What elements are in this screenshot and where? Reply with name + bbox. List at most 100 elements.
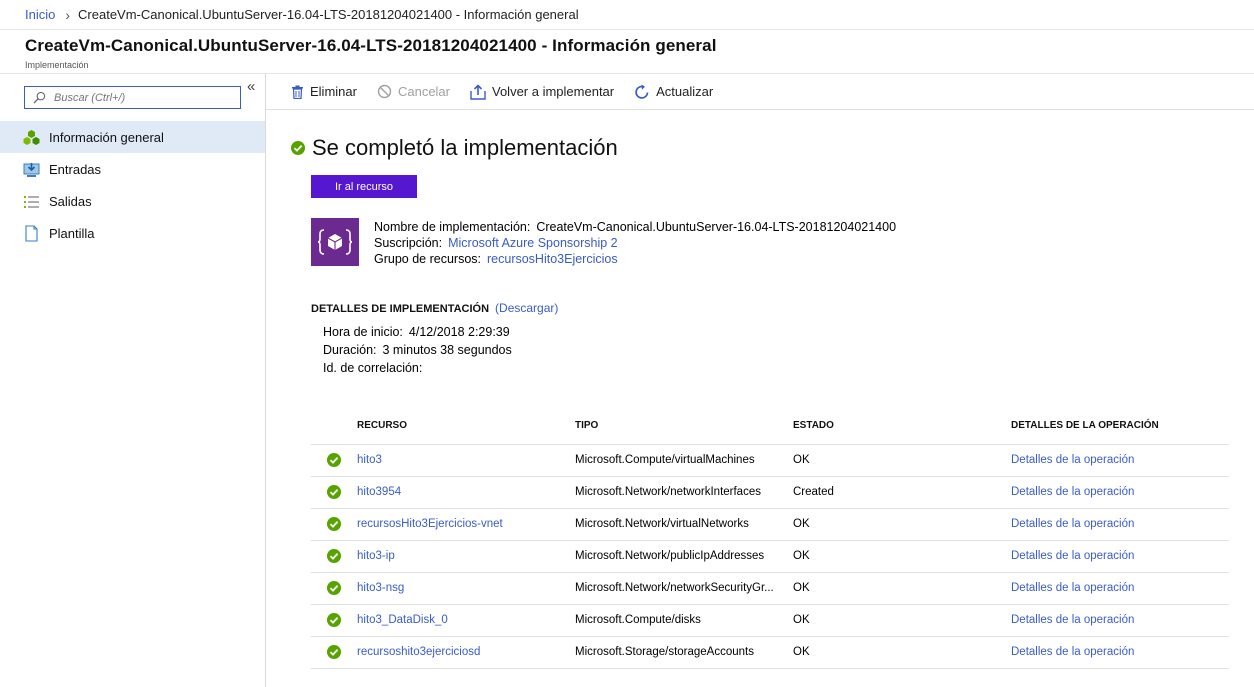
outputs-icon	[23, 193, 40, 210]
go-to-resource-button[interactable]: Ir al recurso	[311, 175, 417, 198]
sidebar-item-outputs[interactable]: Salidas	[0, 185, 265, 217]
sidebar: « Información general Entradas	[0, 74, 266, 687]
resource-status: Created	[793, 486, 834, 498]
correlation-label: Id. de correlación:	[323, 361, 423, 375]
operation-details-link[interactable]: Detalles de la operación	[1011, 454, 1134, 466]
page-subtitle: Implementación	[25, 60, 89, 70]
cancel-button[interactable]: Cancelar	[377, 84, 450, 99]
breadcrumb: Inicio › CreateVm-Canonical.UbuntuServer…	[0, 0, 1254, 30]
column-type: TIPO	[575, 408, 793, 445]
resources-table: RECURSO TIPO ESTADO DETALLES DE LA OPERA…	[311, 408, 1229, 669]
resource-link[interactable]: hito3-nsg	[357, 582, 404, 594]
redeploy-button[interactable]: Volver a implementar	[470, 83, 615, 100]
resource-link[interactable]: recursosHito3Ejercicios-vnet	[357, 518, 503, 530]
status-title: Se completó la implementación	[312, 135, 618, 160]
table-row: hito3 Microsoft.Compute/virtualMachines …	[311, 444, 1229, 477]
inputs-icon	[23, 161, 40, 178]
search-input[interactable]	[54, 91, 234, 104]
resource-status: OK	[793, 614, 810, 626]
cancel-icon	[377, 84, 392, 99]
resource-link[interactable]: recursoshito3ejerciciosd	[357, 646, 480, 658]
download-link[interactable]: (Descargar)	[495, 301, 558, 315]
resource-status: OK	[793, 518, 810, 530]
search-icon	[33, 91, 46, 104]
success-check-icon	[327, 549, 341, 563]
success-check-icon	[327, 485, 341, 499]
sidebar-item-inputs[interactable]: Entradas	[0, 153, 265, 185]
resource-type: Microsoft.Network/publicIpAddresses	[575, 549, 765, 562]
start-time-value: 4/12/2018 2:29:39	[408, 325, 510, 339]
redeploy-label: Volver a implementar	[492, 84, 615, 99]
table-row: hito3-ip Microsoft.Network/publicIpAddre…	[311, 540, 1229, 573]
table-row: hito3954 Microsoft.Network/networkInterf…	[311, 476, 1229, 509]
resource-status: OK	[793, 454, 810, 466]
deployment-name-label: Nombre de implementación:	[374, 220, 531, 234]
operation-details-link[interactable]: Detalles de la operación	[1011, 646, 1134, 658]
delete-button[interactable]: Eliminar	[291, 84, 357, 99]
overview-icon	[23, 129, 40, 146]
page-title: CreateVm-Canonical.UbuntuServer-16.04-LT…	[25, 36, 717, 55]
resource-type: Microsoft.Network/networkSecurityGr...	[575, 581, 774, 594]
refresh-button[interactable]: Actualizar	[634, 84, 713, 100]
sidebar-item-label: Salidas	[49, 193, 92, 209]
success-check-icon	[327, 581, 341, 595]
resource-link[interactable]: hito3	[357, 454, 382, 466]
start-time-label: Hora de inicio:	[323, 325, 403, 339]
details-header-label: DETALLES DE IMPLEMENTACIÓN	[311, 303, 490, 315]
resource-link[interactable]: hito3_DataDisk_0	[357, 614, 448, 626]
status-icon-column	[311, 408, 357, 445]
table-row: hito3-nsg Microsoft.Network/networkSecur…	[311, 572, 1229, 605]
resource-group-link[interactable]: recursosHito3Ejercicios	[487, 252, 618, 266]
resource-group-label: Grupo de recursos:	[374, 252, 481, 266]
refresh-label: Actualizar	[656, 84, 714, 99]
subscription-row: Suscripción: Microsoft Azure Sponsorship …	[374, 235, 896, 251]
success-check-icon	[327, 645, 341, 659]
operation-details-link[interactable]: Detalles de la operación	[1011, 518, 1134, 530]
operation-details-link[interactable]: Detalles de la operación	[1011, 582, 1134, 594]
breadcrumb-current: CreateVm-Canonical.UbuntuServer-16.04-LT…	[78, 7, 579, 22]
operation-details-link[interactable]: Detalles de la operación	[1011, 614, 1134, 626]
delete-label: Eliminar	[310, 84, 357, 99]
sidebar-item-label: Entradas	[49, 161, 102, 177]
table-body: hito3 Microsoft.Compute/virtualMachines …	[311, 444, 1229, 669]
operation-details-link[interactable]: Detalles de la operación	[1011, 550, 1134, 562]
table-row: recursoshito3ejerciciosd Microsoft.Stora…	[311, 636, 1229, 669]
search-box[interactable]	[24, 86, 241, 109]
success-check-icon	[327, 453, 341, 467]
title-block: CreateVm-Canonical.UbuntuServer-16.04-LT…	[25, 36, 717, 70]
duration-row: Duración: 3 minutos 38 segundos	[323, 341, 512, 359]
resource-link[interactable]: hito3-ip	[357, 550, 395, 562]
deployment-details: Hora de inicio: 4/12/2018 2:29:39 Duració…	[323, 323, 512, 377]
toolbar: Eliminar Cancelar Volver a implementar A…	[266, 74, 1254, 110]
upload-icon	[470, 83, 486, 100]
sidebar-nav: Información general Entradas Salidas Pla…	[0, 121, 265, 249]
subscription-label: Suscripción:	[374, 236, 443, 250]
resource-type: Microsoft.Network/virtualNetworks	[575, 517, 749, 530]
sidebar-item-template[interactable]: Plantilla	[0, 217, 265, 249]
breadcrumb-home-link[interactable]: Inicio	[25, 7, 55, 22]
deployment-status: Se completó la implementación	[291, 135, 618, 161]
resource-status: OK	[793, 646, 810, 658]
correlation-row: Id. de correlación:	[323, 359, 512, 377]
resource-link[interactable]: hito3954	[357, 486, 401, 498]
resource-group-row: Grupo de recursos: recursosHito3Ejercicio…	[374, 251, 896, 267]
deployment-info: Nombre de implementación: CreateVm-Canoni…	[374, 219, 896, 267]
duration-value: 3 minutos 38 segundos	[382, 343, 512, 357]
table-row: hito3_DataDisk_0 Microsoft.Compute/disks…	[311, 604, 1229, 637]
operation-details-link[interactable]: Detalles de la operación	[1011, 486, 1134, 498]
success-check-icon	[327, 517, 341, 531]
deployment-name-value: CreateVm-Canonical.UbuntuServer-16.04-LT…	[536, 220, 897, 234]
collapse-sidebar-button[interactable]: «	[247, 78, 255, 95]
table-header-row: RECURSO TIPO ESTADO DETALLES DE LA OPERA…	[311, 408, 1229, 445]
duration-label: Duración:	[323, 343, 377, 357]
subscription-link[interactable]: Microsoft Azure Sponsorship 2	[448, 236, 618, 250]
trash-icon	[292, 85, 303, 99]
resource-status: OK	[793, 550, 810, 562]
deployment-name-row: Nombre de implementación: CreateVm-Canoni…	[374, 219, 896, 235]
main-content: Se completó la implementación Ir al recu…	[266, 110, 1254, 687]
table-row: recursosHito3Ejercicios-vnet Microsoft.N…	[311, 508, 1229, 541]
breadcrumb-chevron-icon: ›	[65, 6, 71, 23]
resource-type: Microsoft.Storage/storageAccounts	[575, 645, 754, 658]
start-time-row: Hora de inicio: 4/12/2018 2:29:39	[323, 323, 512, 341]
sidebar-item-overview[interactable]: Información general	[0, 121, 265, 153]
